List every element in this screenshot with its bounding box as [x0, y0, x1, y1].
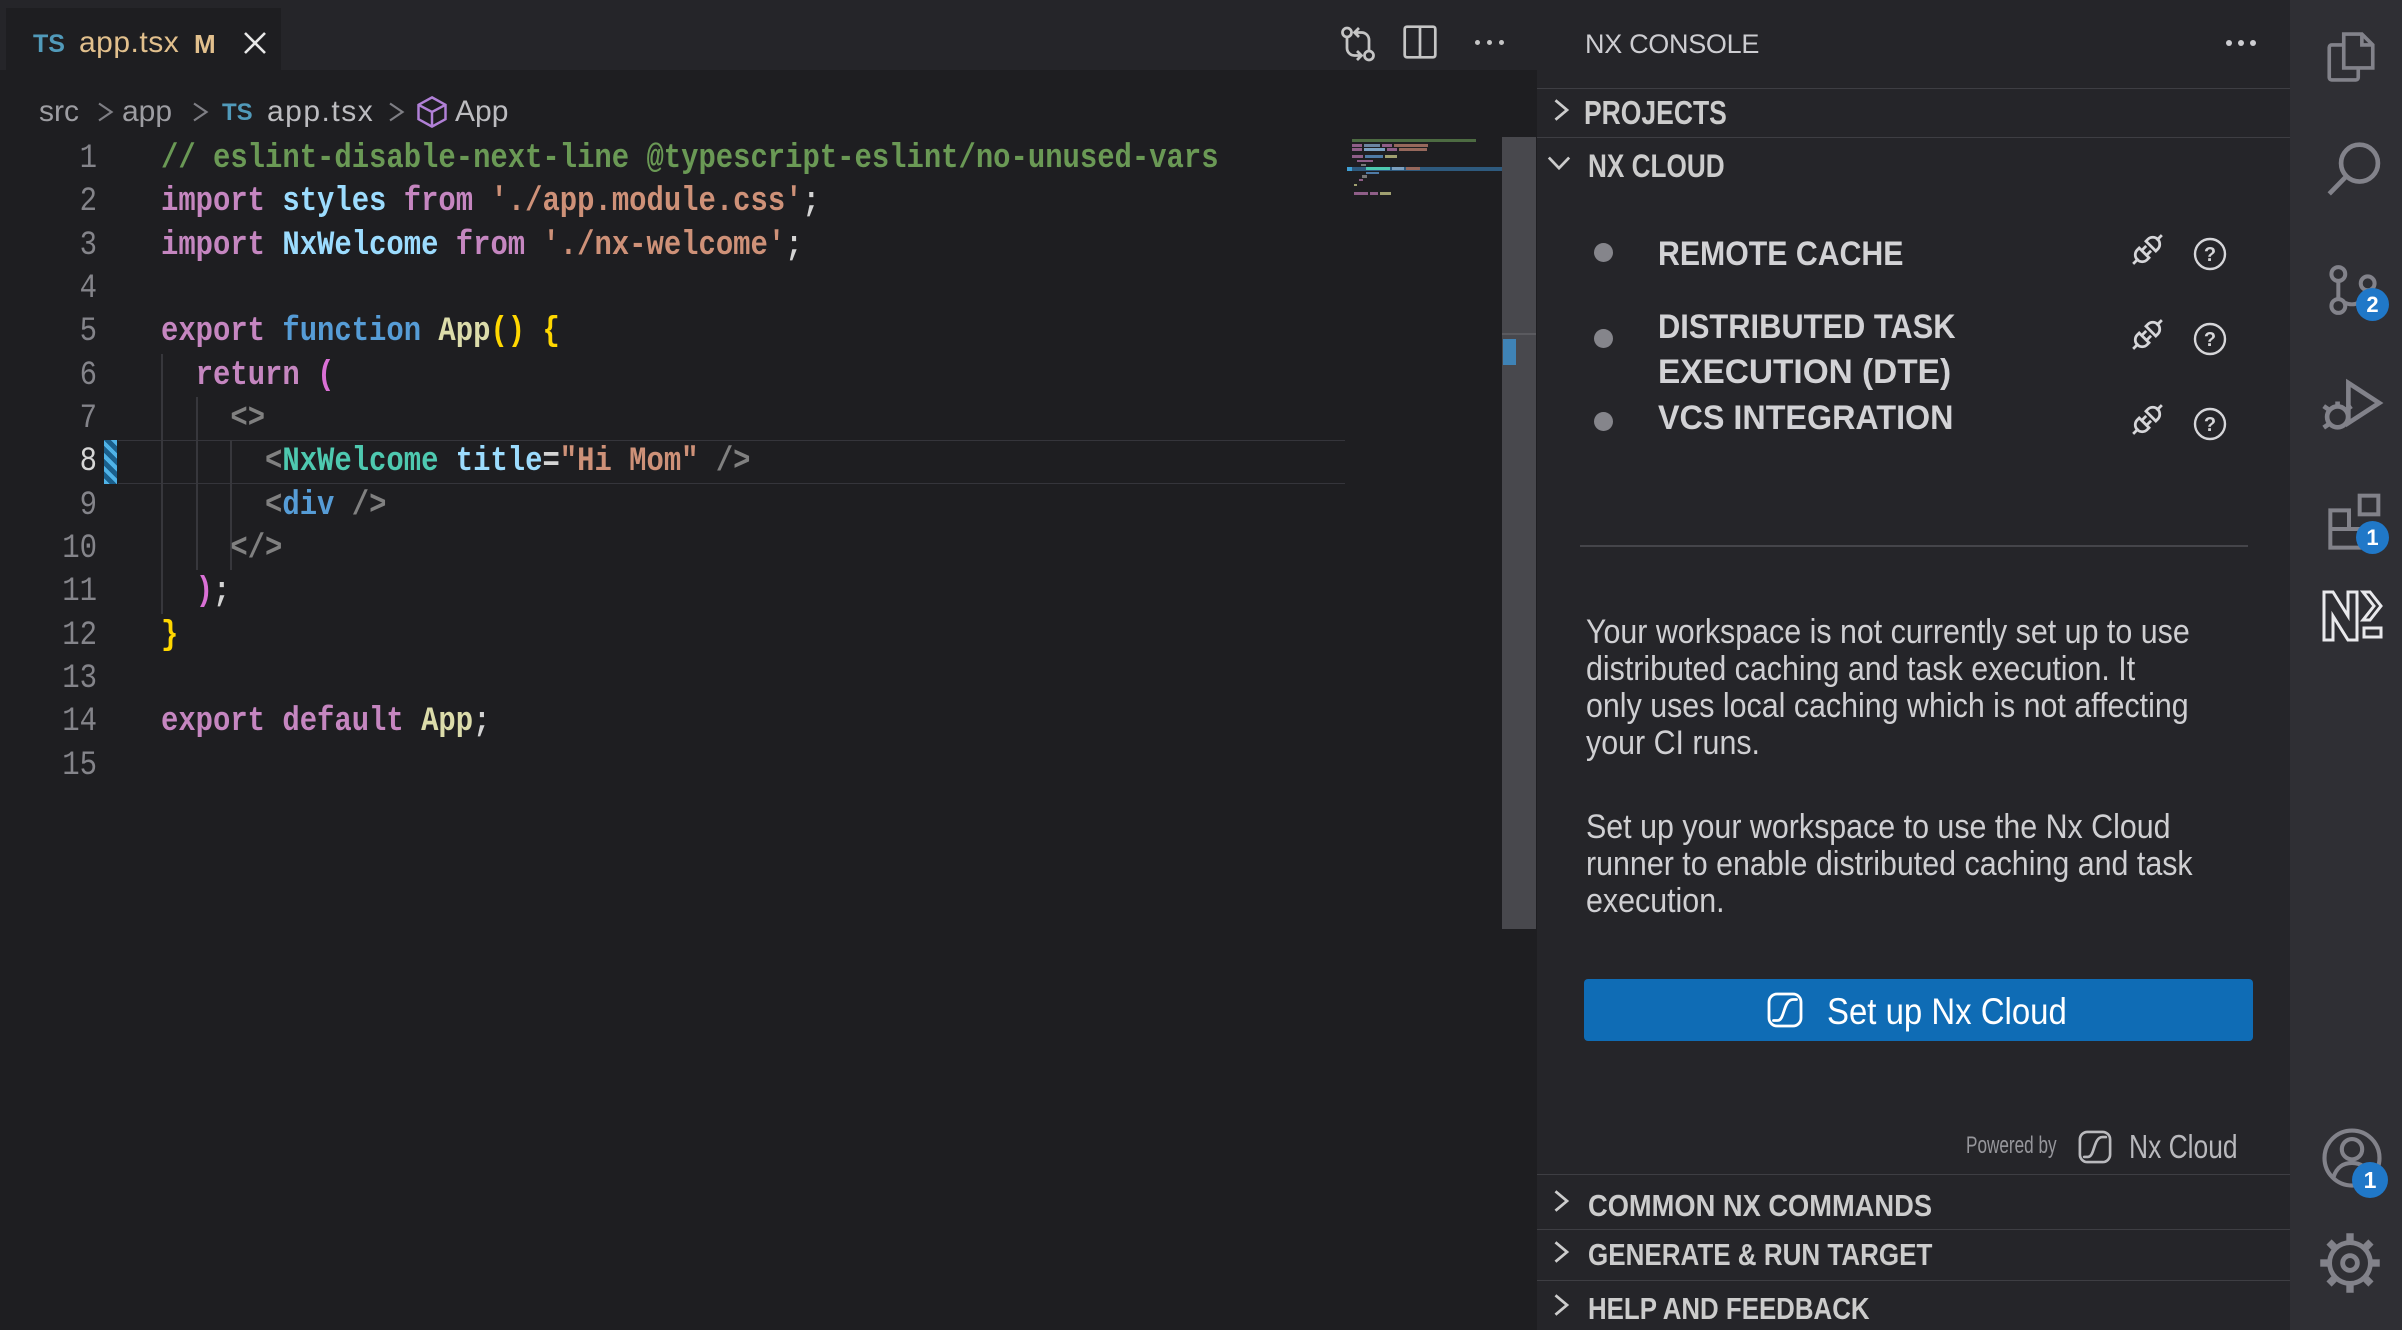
- svg-text:?: ?: [2204, 329, 2216, 351]
- svg-text:?: ?: [2204, 414, 2216, 436]
- svg-text:?: ?: [2204, 244, 2216, 266]
